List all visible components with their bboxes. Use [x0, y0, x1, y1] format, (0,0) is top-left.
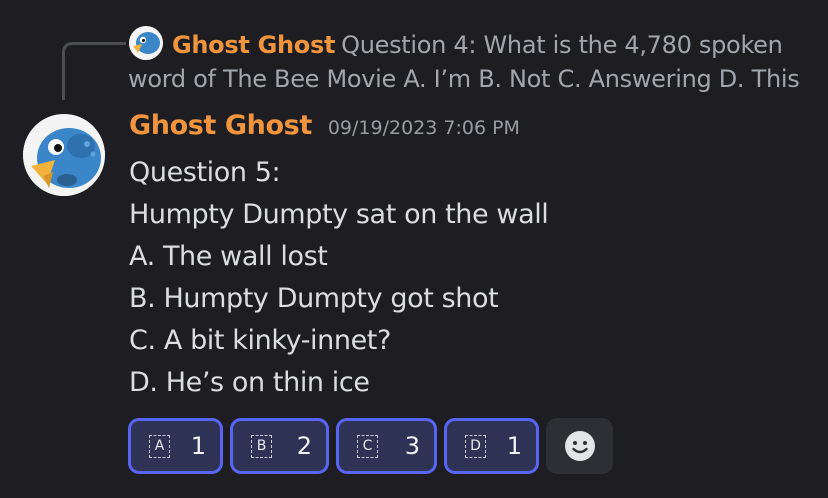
- timestamp[interactable]: 09/19/2023 7:06 PM: [328, 117, 520, 139]
- blue-bird-icon: [23, 114, 105, 196]
- smiley-face-icon: [564, 431, 595, 461]
- author-name[interactable]: Ghost Ghost: [129, 110, 312, 141]
- vote-count: 3: [404, 432, 420, 460]
- vote-button-a[interactable]: A 1: [128, 418, 223, 474]
- message-header: Ghost Ghost 09/19/2023 7:06 PM: [129, 110, 520, 150]
- vote-count: 1: [506, 432, 522, 460]
- message-line: C. A bit kinky-innet?: [129, 325, 391, 356]
- vote-count: 1: [190, 432, 206, 460]
- reply-author[interactable]: Ghost Ghost: [172, 31, 335, 59]
- reply-preview[interactable]: Ghost Ghost Question 4: What is the 4,780…: [128, 28, 818, 96]
- avatar[interactable]: [23, 114, 105, 196]
- message-line: D. He’s on thin ice: [129, 367, 370, 398]
- vote-buttons: A 1 B 2 C 3 D 1: [128, 418, 613, 474]
- vote-button-d[interactable]: D 1: [444, 418, 539, 474]
- letter-c-icon: C: [357, 434, 378, 458]
- message-line: A. The wall lost: [129, 241, 328, 272]
- message-view: Ghost Ghost Question 4: What is the 4,780…: [0, 0, 828, 498]
- vote-button-c[interactable]: C 3: [336, 418, 437, 474]
- message-line: Humpty Dumpty sat on the wall: [129, 199, 549, 230]
- message-line: Question 5:: [129, 157, 281, 188]
- letter-b-icon: B: [251, 434, 272, 458]
- message-content: Question 5: Humpty Dumpty sat on the wal…: [129, 152, 549, 404]
- add-reaction-button[interactable]: [546, 418, 613, 474]
- message-line: B. Humpty Dumpty got shot: [129, 283, 499, 314]
- letter-a-icon: A: [149, 434, 170, 458]
- vote-button-b[interactable]: B 2: [230, 418, 329, 474]
- letter-d-icon: D: [465, 434, 486, 458]
- vote-count: 2: [296, 432, 312, 460]
- reply-connector: [62, 42, 126, 100]
